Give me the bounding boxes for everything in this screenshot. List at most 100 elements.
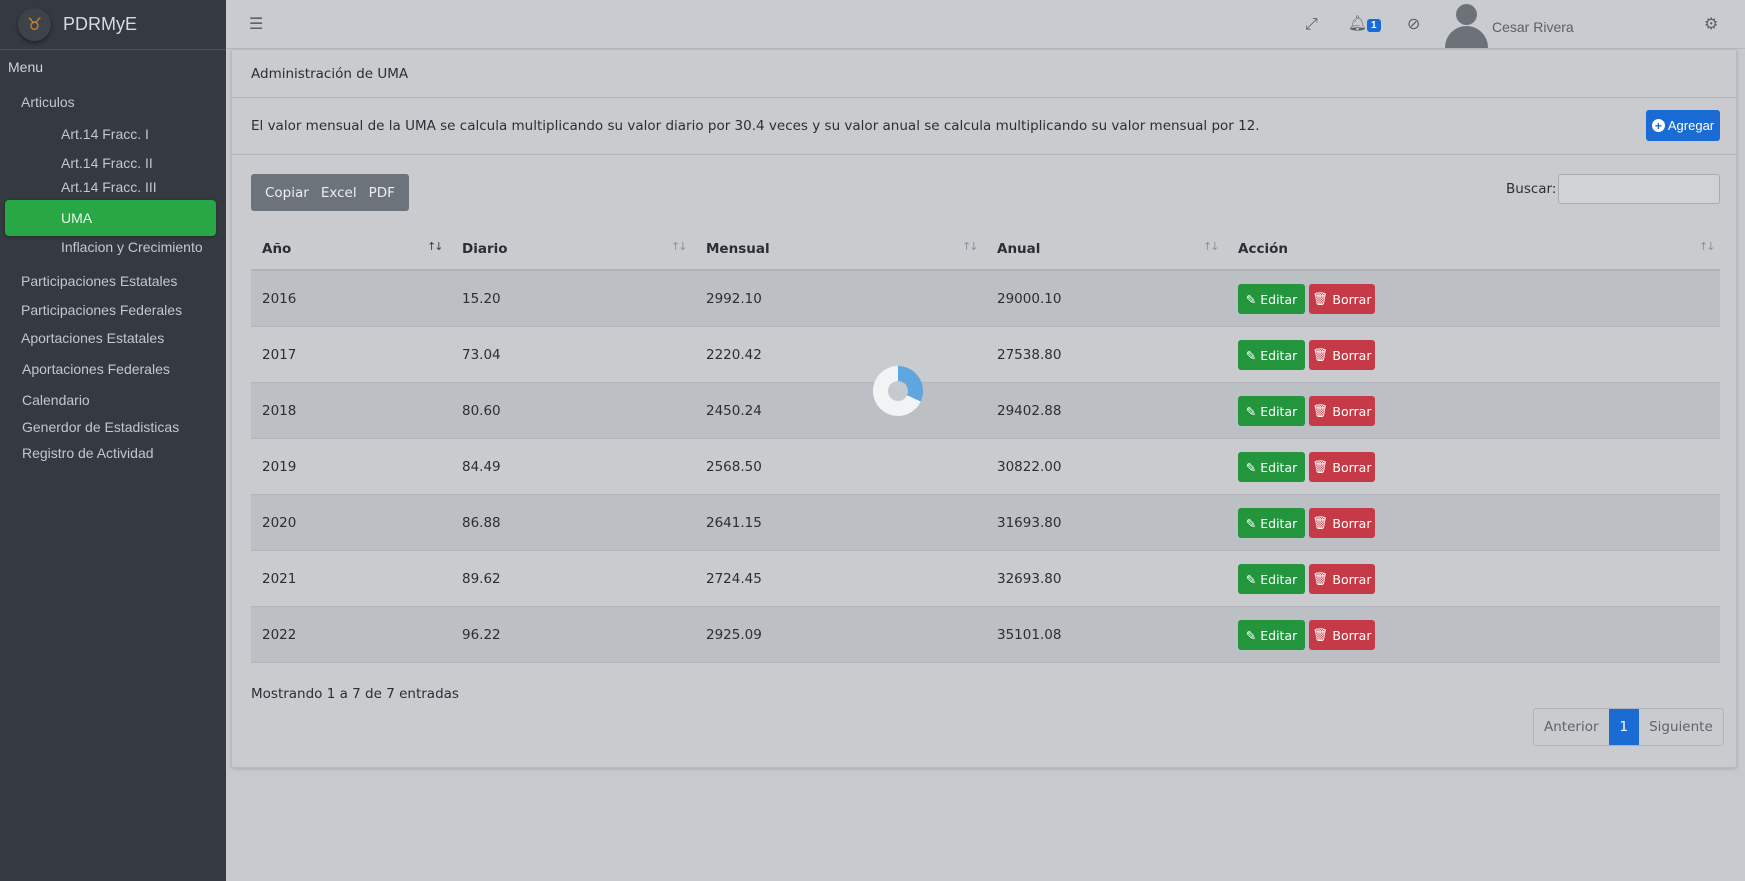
sort-icon[interactable]: ↑↓	[1203, 240, 1220, 253]
sort-icon[interactable]: ↑↓	[1699, 240, 1716, 253]
table-cell: 15.20	[462, 291, 501, 307]
copy-button[interactable]: Copiar	[259, 185, 315, 201]
page-title: Administración de UMA	[251, 66, 409, 82]
delete-button[interactable]: 🗑︎ Borrar	[1309, 620, 1375, 650]
trash-icon: 🗑︎	[1312, 347, 1329, 362]
prev-page-button[interactable]: Anterior	[1534, 709, 1609, 745]
sidebar-item-estadisticas[interactable]: Generdor de Estadisticas	[22, 419, 179, 435]
edit-icon: ✎	[1245, 347, 1257, 363]
table-cell: 2925.09	[706, 627, 762, 643]
loading-spinner-icon	[873, 366, 923, 416]
avatar[interactable]	[1443, 2, 1489, 48]
header-accion[interactable]: Acción	[1238, 241, 1288, 257]
table-row: 2021 89.62 2724.45 32693.80 ✎ Editar 🗑︎ Borrar	[251, 551, 1720, 607]
bell-icon[interactable]: 🔔︎	[1348, 14, 1367, 32]
trash-icon: 🗑︎	[1312, 571, 1329, 586]
page-1-button[interactable]: 1	[1608, 709, 1640, 745]
search-input[interactable]	[1558, 174, 1720, 204]
table-cell: 2641.15	[706, 515, 762, 531]
table-cell: 73.04	[462, 347, 501, 363]
edit-icon: ✎	[1245, 571, 1257, 587]
sidebar-item-participaciones-federales[interactable]: Participaciones Federales	[21, 302, 182, 318]
table-cell: 2568.50	[706, 459, 762, 475]
sidebar-item-registro[interactable]: Registro de Actividad	[22, 445, 154, 461]
excel-button[interactable]: Excel	[315, 185, 363, 201]
sort-icon[interactable]: ↑↓	[962, 240, 979, 253]
divider	[232, 154, 1736, 155]
add-button-label: Agregar	[1667, 118, 1715, 133]
fullscreen-icon[interactable]: ⤢	[1305, 14, 1318, 34]
edit-button[interactable]: ✎ Editar	[1238, 340, 1305, 370]
divider	[232, 97, 1736, 98]
info-text: El valor mensual de la UMA se calcula mu…	[251, 118, 1260, 134]
sidebar-item-aportaciones-estatales[interactable]: Aportaciones Estatales	[21, 330, 164, 346]
table-cell: 2724.45	[706, 571, 762, 587]
brand[interactable]: ♉ PDRMyE	[0, 0, 226, 50]
sidebar-item-articulos[interactable]: Articulos	[21, 94, 75, 110]
delete-button[interactable]: 🗑︎ Borrar	[1309, 452, 1375, 482]
table-cell: 2017	[262, 347, 297, 363]
block-icon[interactable]: ⊘	[1407, 14, 1420, 33]
sidebar-item-calendario[interactable]: Calendario	[22, 392, 90, 408]
delete-button[interactable]: 🗑︎ Borrar	[1309, 508, 1375, 538]
plus-circle-icon: +	[1651, 119, 1665, 132]
table-body: 2016 15.20 2992.10 29000.10 ✎ Editar 🗑︎ Borrar 2…	[251, 271, 1720, 663]
settings-icon[interactable]: ⚙	[1704, 14, 1718, 33]
menu-icon[interactable]: ☰	[249, 14, 263, 33]
table-row: 2017 73.04 2220.42 27538.80 ✎ Editar 🗑︎ Borrar	[251, 327, 1720, 383]
edit-button[interactable]: ✎ Editar	[1238, 396, 1305, 426]
edit-label: Editar	[1260, 571, 1298, 587]
notification-badge: 1	[1367, 19, 1381, 32]
user-name[interactable]: Cesar Rivera	[1492, 19, 1574, 35]
trash-icon: 🗑︎	[1312, 459, 1329, 474]
delete-button[interactable]: 🗑︎ Borrar	[1309, 284, 1375, 314]
delete-label: Borrar	[1332, 627, 1372, 643]
sidebar-item-uma[interactable]: UMA	[5, 200, 216, 236]
pagination: Anterior 1 Siguiente	[1533, 708, 1724, 746]
edit-button[interactable]: ✎ Editar	[1238, 508, 1305, 538]
header-ano[interactable]: Año	[262, 241, 291, 257]
table-cell: 2220.42	[706, 347, 762, 363]
sort-asc-icon[interactable]: ↑↓	[427, 240, 444, 253]
edit-button[interactable]: ✎ Editar	[1238, 452, 1305, 482]
pdf-button[interactable]: PDF	[363, 185, 401, 201]
sidebar-item-art14-fracc-ii[interactable]: Art.14 Fracc. II	[61, 155, 153, 171]
edit-button[interactable]: ✎ Editar	[1238, 284, 1305, 314]
edit-icon: ✎	[1245, 403, 1257, 419]
edit-label: Editar	[1260, 459, 1298, 475]
delete-label: Borrar	[1332, 291, 1372, 307]
table-cell: 96.22	[462, 627, 501, 643]
edit-label: Editar	[1260, 291, 1298, 307]
sidebar: ♉ PDRMyE Menu Articulos Art.14 Fracc. I …	[0, 0, 226, 881]
sidebar-item-aportaciones-federales[interactable]: Aportaciones Federales	[22, 361, 170, 377]
trash-icon: 🗑︎	[1312, 403, 1329, 418]
header-anual[interactable]: Anual	[997, 241, 1040, 257]
header-diario[interactable]: Diario	[462, 241, 508, 257]
table-cell: 86.88	[462, 515, 501, 531]
edit-button[interactable]: ✎ Editar	[1238, 564, 1305, 594]
header-mensual[interactable]: Mensual	[706, 241, 770, 257]
add-button[interactable]: + Agregar	[1646, 110, 1720, 141]
sidebar-item-inflacion[interactable]: Inflacion y Crecimiento	[61, 239, 203, 255]
sidebar-item-art14-fracc-i[interactable]: Art.14 Fracc. I	[61, 126, 149, 142]
sidebar-item-art14-fracc-iii[interactable]: Art.14 Fracc. III	[61, 179, 157, 195]
export-button-group: Copiar Excel PDF	[251, 174, 409, 211]
table-row: 2016 15.20 2992.10 29000.10 ✎ Editar 🗑︎ Borrar	[251, 271, 1720, 327]
sort-icon[interactable]: ↑↓	[671, 240, 688, 253]
logo-icon: ♉	[26, 14, 43, 35]
uma-card: Administración de UMA El valor mensual d…	[231, 49, 1737, 768]
table-row: 2019 84.49 2568.50 30822.00 ✎ Editar 🗑︎ Borrar	[251, 439, 1720, 495]
edit-button[interactable]: ✎ Editar	[1238, 620, 1305, 650]
sidebar-item-participaciones-estatales[interactable]: Participaciones Estatales	[21, 273, 177, 289]
table-row: 2018 80.60 2450.24 29402.88 ✎ Editar 🗑︎ Borrar	[251, 383, 1720, 439]
edit-icon: ✎	[1245, 291, 1257, 307]
delete-button[interactable]: 🗑︎ Borrar	[1309, 564, 1375, 594]
table-cell: 2020	[262, 515, 297, 531]
table-cell: 80.60	[462, 403, 501, 419]
edit-label: Editar	[1260, 347, 1298, 363]
table-row: 2020 86.88 2641.15 31693.80 ✎ Editar 🗑︎ Borrar	[251, 495, 1720, 551]
delete-button[interactable]: 🗑︎ Borrar	[1309, 396, 1375, 426]
table-info: Mostrando 1 a 7 de 7 entradas	[251, 686, 459, 702]
next-page-button[interactable]: Siguiente	[1639, 709, 1723, 745]
delete-button[interactable]: 🗑︎ Borrar	[1309, 340, 1375, 370]
